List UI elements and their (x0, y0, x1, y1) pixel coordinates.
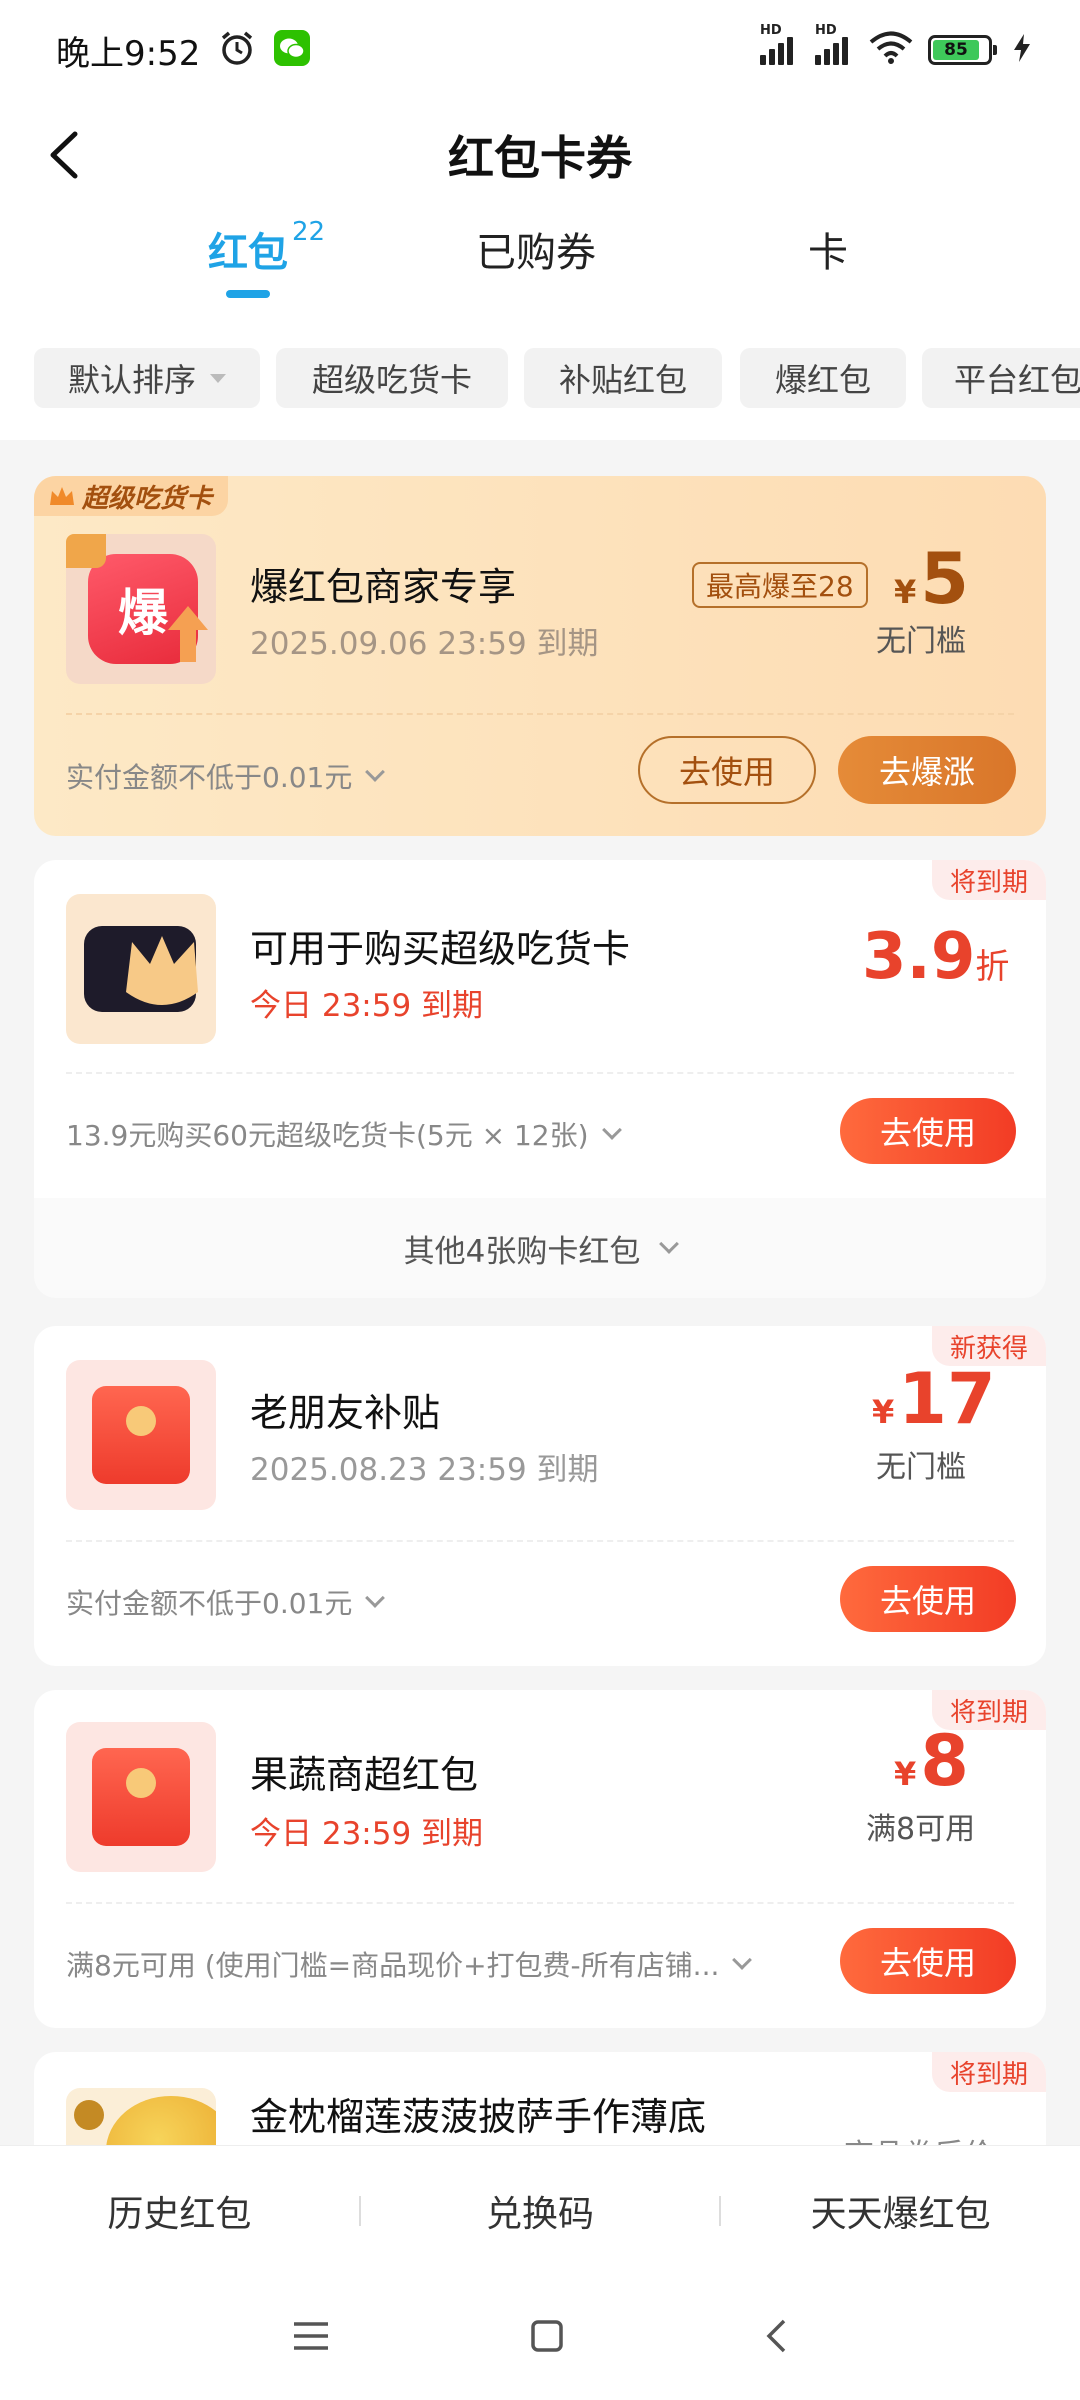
card-divider (66, 1072, 1014, 1074)
use-button[interactable]: 去使用 (840, 1566, 1016, 1632)
caret-down-icon (210, 373, 226, 383)
filter-platform-packet[interactable]: 平台红包 (922, 348, 1080, 408)
card-condition: 无门槛 (876, 1450, 966, 1485)
filter-explosion-packet[interactable]: 爆红包 (740, 348, 906, 408)
coupon-list: 超级吃货卡 爆 爆红包商家专享 2025.09.06 23:59 到期 最高爆至… (0, 440, 1080, 2145)
filter-chips: 默认排序 超级吃货卡 补贴红包 爆红包 平台红包 (0, 310, 1080, 440)
tab-bar: 红包 22 已购券 卡 (0, 210, 1080, 310)
explosion-packet-card[interactable]: 超级吃货卡 爆 爆红包商家专享 2025.09.06 23:59 到期 最高爆至… (34, 476, 1046, 836)
card-expiry: 2025.08.23 23:59 到期 (250, 1452, 599, 1488)
back-icon[interactable] (764, 2318, 788, 2358)
bottom-bar: 历史红包 兑换码 天天爆红包 (0, 2145, 1080, 2275)
back-button[interactable] (30, 120, 100, 190)
max-explode-badge: 最高爆至28 (692, 562, 868, 608)
card-rule[interactable]: 13.9元购买60元超级吃货卡(5元 × 12张) (66, 1114, 622, 1154)
chevron-down-icon (732, 1950, 753, 1970)
red-packet-icon (92, 1748, 190, 1846)
daily-explosion-link[interactable]: 天天爆红包 (721, 2185, 1080, 2237)
card-purchase-packet-card[interactable]: 将到期 可用于购买超级吃货卡 今日 23:59 到期 3.9折 13.9元购买6… (34, 860, 1046, 1198)
status-time: 晚上9:52 (56, 33, 201, 74)
card-condition: 满8可用 (866, 1812, 976, 1847)
card-condition: 无门槛 (876, 624, 966, 659)
durian-pizza-voucher-card[interactable]: 将到期 金枕榴莲菠菠披萨手作薄底 商品券后价 (34, 2052, 1046, 2145)
durian-pizza-thumb (66, 2088, 216, 2145)
more-card-packets-toggle[interactable]: 其他4张购卡红包 (34, 1198, 1046, 1298)
status-bar: 晚上9:52 HD HD 85 (0, 0, 1080, 100)
card-title: 可用于购买超级吃货卡 (250, 927, 631, 971)
old-friend-subsidy-card[interactable]: 新获得 老朋友补贴 2025.08.23 23:59 到期 ¥17 无门槛 实付… (34, 1326, 1046, 1666)
up-arrow-icon (168, 606, 208, 662)
crown-icon (50, 487, 74, 505)
top-nav: 红包卡券 (0, 100, 1080, 210)
charging-icon (1014, 34, 1030, 66)
card-amount: ¥5 (894, 538, 969, 620)
menu-icon[interactable] (292, 2321, 330, 2355)
card-rule[interactable]: 满8元可用 (使用门槛=商品现价+打包费-所有店铺... (66, 1944, 753, 1984)
red-packet-thumb (66, 1722, 216, 1872)
back-arrow-icon (50, 131, 78, 179)
expiring-tag: 将到期 (931, 860, 1046, 900)
tab-red-packets[interactable]: 红包 22 (208, 216, 326, 278)
tab-indicator (226, 290, 270, 298)
use-button[interactable]: 去使用 (638, 736, 816, 804)
use-button[interactable]: 去使用 (840, 1928, 1016, 1994)
filter-super-foodie-card[interactable]: 超级吃货卡 (276, 348, 508, 408)
system-nav-bar (0, 2275, 1080, 2400)
expiring-tag: 将到期 (931, 2052, 1046, 2092)
use-button[interactable]: 去使用 (840, 1098, 1016, 1164)
filter-sort-default[interactable]: 默认排序 (34, 348, 260, 408)
card-divider (66, 713, 1014, 715)
boost-button[interactable]: 去爆涨 (838, 736, 1016, 804)
crown-icon (126, 936, 198, 1005)
battery-level: 85 (933, 40, 979, 60)
card-discount: 3.9折 (862, 920, 1010, 994)
chevron-down-icon (601, 1120, 622, 1140)
home-icon[interactable] (530, 2319, 564, 2357)
card-rule[interactable]: 实付金额不低于0.01元 (66, 756, 386, 796)
tab-cards[interactable]: 卡 (808, 220, 848, 278)
card-divider (66, 1902, 1014, 1904)
card-title: 果蔬商超红包 (250, 1753, 479, 1797)
alarm-icon (218, 29, 256, 71)
card-title: 老朋友补贴 (250, 1391, 441, 1435)
page-title: 红包卡券 (448, 131, 632, 185)
card-amount: ¥17 (872, 1358, 996, 1440)
signal-2-icon: HD (815, 23, 848, 65)
card-title: 爆红包商家专享 (250, 565, 517, 609)
card-rule[interactable]: 实付金额不低于0.01元 (66, 1582, 386, 1622)
card-expiry: 今日 23:59 到期 (250, 1816, 484, 1852)
tab-badge: 22 (292, 216, 326, 247)
chevron-down-icon (365, 1588, 386, 1608)
signal-1-icon: HD (760, 23, 793, 65)
card-expiry: 今日 23:59 到期 (250, 988, 484, 1024)
card-title: 金枕榴莲菠菠披萨手作薄底 (250, 2095, 707, 2139)
wifi-icon (868, 31, 914, 69)
wechat-icon (274, 30, 311, 70)
crown-badge-icon (66, 534, 106, 568)
card-purchase-thumb (66, 894, 216, 1044)
price-note: 商品券后价 (844, 2130, 994, 2145)
card-ribbon: 超级吃货卡 (34, 476, 229, 516)
red-packet-icon (92, 1386, 190, 1484)
history-packets-link[interactable]: 历史红包 (0, 2185, 359, 2237)
tab-purchased-vouchers[interactable]: 已购券 (476, 220, 596, 278)
card-amount: ¥8 (894, 1720, 969, 1802)
fruit-market-packet-card[interactable]: 将到期 果蔬商超红包 今日 23:59 到期 ¥8 满8可用 满8元可用 (使用… (34, 1690, 1046, 2028)
chevron-down-icon (659, 1234, 680, 1254)
red-packet-thumb (66, 1360, 216, 1510)
pizza-badge (74, 2100, 104, 2130)
filter-subsidy-packet[interactable]: 补贴红包 (524, 348, 722, 408)
card-divider (66, 1540, 1014, 1542)
chevron-down-icon (365, 762, 386, 782)
battery-icon: 85 (928, 35, 997, 65)
card-expiry: 2025.09.06 23:59 到期 (250, 626, 599, 662)
redeem-code-link[interactable]: 兑换码 (361, 2185, 720, 2237)
pizza-shape (106, 2096, 216, 2145)
explosion-thumb: 爆 (66, 534, 216, 684)
